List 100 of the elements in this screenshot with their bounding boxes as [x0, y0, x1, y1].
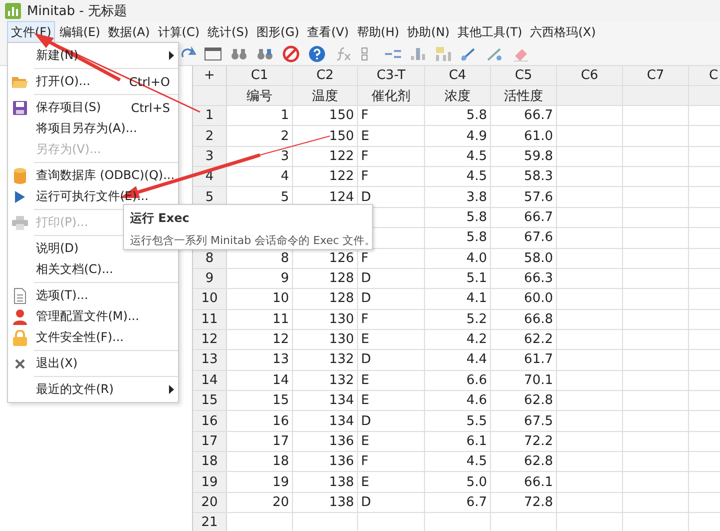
table-cell: 15 [227, 391, 293, 410]
table-cell: 67.6 [491, 228, 557, 248]
table-cell: F [358, 106, 425, 126]
menu-item[interactable]: 选项(T)... [8, 285, 178, 306]
table-cell: 138 [293, 492, 358, 512]
table-cell: 59.8 [491, 146, 557, 166]
menu-item[interactable]: 查看(V) [303, 20, 353, 44]
function-icon[interactable] [334, 46, 352, 62]
table-cell: 128 [293, 268, 358, 288]
column-header[interactable]: C6 [557, 66, 623, 85]
window-icon[interactable] [204, 46, 222, 62]
table-cell: 132 [293, 370, 358, 390]
row-number: 20 [193, 492, 227, 512]
menu-item[interactable]: 将项目另存为(A)... [8, 118, 178, 139]
menu-item[interactable]: 计算(C) [154, 20, 204, 44]
folder-icon [12, 74, 28, 88]
app-logo-icon [5, 3, 21, 19]
stop-icon[interactable] [282, 44, 300, 62]
column-header[interactable]: C2 [293, 66, 358, 85]
table-cell: 3 [227, 146, 293, 166]
row-number: 18 [193, 452, 227, 472]
table-cell: 2 [227, 126, 293, 146]
table-cell: E [358, 126, 425, 146]
table-cell: D [358, 411, 425, 431]
column-header[interactable]: C4 [425, 66, 491, 85]
menu-item[interactable]: 管理配置文件(M)... [8, 306, 178, 327]
column-header[interactable]: C3-T [358, 66, 425, 85]
grid-chart-icon[interactable] [434, 46, 452, 62]
row-number: 17 [193, 432, 227, 452]
table-cell: 150 [293, 126, 358, 146]
lock-icon [13, 330, 27, 346]
table-cell: 130 [293, 330, 358, 350]
table-cell: 122 [293, 167, 358, 186]
table-cell: 132 [293, 350, 358, 370]
close-icon [15, 358, 25, 368]
table-cell: 1 [227, 106, 293, 126]
table-cell: 66.7 [491, 208, 557, 228]
table-cell: E [358, 391, 425, 410]
menu-item[interactable]: 保存项目(S) Ctrl+S [8, 97, 178, 118]
table-cell: F [358, 146, 425, 166]
table-cell: 57.6 [491, 187, 557, 207]
table-cell: 4.5 [425, 452, 491, 472]
tooltip-title: 运行 Exec [130, 210, 190, 227]
table-cell: 62.8 [491, 391, 557, 410]
menu-item[interactable]: 统计(S) [204, 20, 253, 44]
table-cell: 18 [227, 452, 293, 472]
table-cell: 128 [293, 289, 358, 309]
menu-item[interactable]: 协助(N) [403, 20, 454, 44]
table-cell: 60.0 [491, 289, 557, 309]
table-cell: 11 [227, 310, 293, 329]
column-header[interactable]: C1 [227, 66, 293, 85]
table-cell: 62.8 [491, 452, 557, 472]
table-cell: 130 [293, 310, 358, 329]
row-number: 16 [193, 411, 227, 431]
row-number: 19 [193, 472, 227, 492]
table-cell: 134 [293, 411, 358, 431]
table-cell: 17 [227, 432, 293, 452]
row-number: 2 [193, 126, 227, 146]
menu-item[interactable]: 编辑(E) [55, 20, 104, 44]
column-header[interactable]: C5 [491, 66, 557, 85]
table-cell: 14 [227, 370, 293, 390]
row-number: 1 [193, 106, 227, 126]
column-chart-icon[interactable] [410, 46, 426, 62]
brush-icon[interactable] [486, 46, 504, 62]
menu-item[interactable]: 六西格玛(X) [526, 20, 600, 44]
menu-item[interactable]: 图形(G) [252, 20, 304, 44]
menu-item[interactable]: 查询数据库 (ODBC)(Q)... [8, 165, 178, 186]
table-cell: D [358, 492, 425, 512]
column-name: 活性度 [491, 86, 557, 105]
column-header[interactable]: C7 [623, 66, 689, 85]
help-icon[interactable] [308, 44, 326, 62]
table-cell: 12 [227, 330, 293, 350]
menu-item[interactable]: 最近的文件(R) [8, 379, 178, 400]
menu-item[interactable]: 退出(X) [8, 353, 178, 374]
table-cell: 122 [293, 146, 358, 166]
menu-item[interactable]: 其他工具(T) [454, 20, 526, 44]
row-number: 12 [193, 330, 227, 350]
table-cell: 70.1 [491, 370, 557, 390]
table-cell: 6.6 [425, 370, 491, 390]
menu-item[interactable]: 数据(A) [104, 20, 154, 44]
corner-cell: + [193, 66, 227, 85]
database-icon [14, 168, 26, 184]
table-cell: 3.8 [425, 187, 491, 207]
row-number: 14 [193, 370, 227, 390]
menu-item[interactable]: 相关文档(C)... [8, 259, 178, 280]
play-icon [15, 190, 25, 202]
table-cell: F [358, 452, 425, 472]
table-cell: 134 [293, 391, 358, 410]
tooltip-text: 运行包含一系列 Minitab 会话命令的 Exec 文件。 [130, 233, 366, 248]
row-number: 21 [193, 513, 227, 531]
row-number: 11 [193, 310, 227, 329]
menu-item[interactable]: 文件安全性(F)... [8, 327, 178, 348]
table-cell: 67.5 [491, 411, 557, 431]
table-cell: 61.0 [491, 126, 557, 146]
table-cell: 6.7 [425, 492, 491, 512]
table-cell: D [358, 350, 425, 370]
menu-item[interactable]: 帮助(H) [352, 20, 404, 44]
column-header[interactable]: C [689, 66, 720, 85]
table-cell: 5.8 [425, 106, 491, 126]
person-icon [13, 308, 27, 324]
